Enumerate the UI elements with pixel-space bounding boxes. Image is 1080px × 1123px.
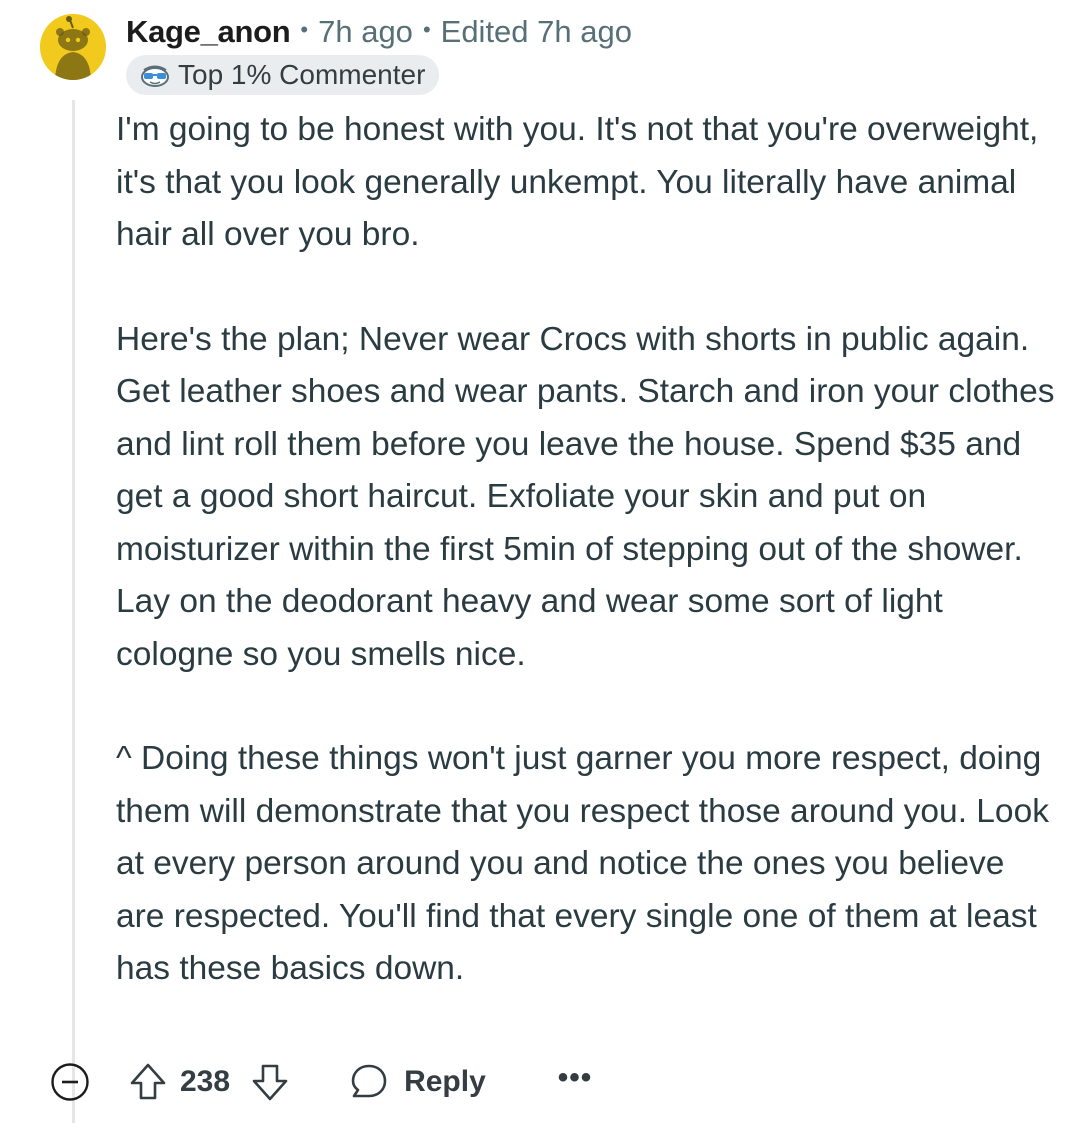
user-flair: Top 1% Commenter — [126, 55, 440, 95]
snoo-avatar-icon — [40, 14, 106, 80]
speech-bubble-icon — [348, 1061, 390, 1103]
edited-label: Edited 7h ago — [440, 14, 632, 49]
comment-action-bar: 238 Reply ••• — [50, 1058, 592, 1106]
username[interactable]: Kage_anon — [126, 14, 291, 50]
comment-header: Kage_anon • 7h ago • Edited 7h ago — [126, 12, 632, 52]
comment-body: I'm going to be honest with you. It's no… — [116, 104, 1060, 1048]
comment-container: Kage_anon • 7h ago • Edited 7h ago Top 1… — [0, 0, 1080, 1123]
upvote-arrow-icon[interactable] — [128, 1061, 168, 1103]
reply-label: Reply — [404, 1065, 486, 1098]
vote-score: 238 — [180, 1065, 231, 1098]
meta-separator: • — [300, 17, 309, 42]
sunglasses-icon — [140, 62, 170, 88]
collapse-minus-icon[interactable] — [50, 1062, 90, 1102]
downvote-arrow-icon[interactable] — [250, 1061, 290, 1103]
comment-paragraph: I'm going to be honest with you. It's no… — [116, 111, 1039, 253]
comment-paragraph: Here's the plan; Never wear Crocs with s… — [116, 320, 1055, 673]
reply-button[interactable]: Reply — [348, 1061, 486, 1103]
user-avatar[interactable] — [40, 14, 106, 80]
more-options-button[interactable]: ••• — [558, 1061, 593, 1095]
flair-label: Top 1% Commenter — [178, 59, 426, 90]
comment-paragraph: ^ Doing these things won't just garner y… — [116, 740, 1049, 987]
meta-separator: • — [422, 17, 431, 42]
timestamp: 7h ago — [318, 14, 413, 49]
thread-line[interactable] — [72, 100, 75, 1123]
